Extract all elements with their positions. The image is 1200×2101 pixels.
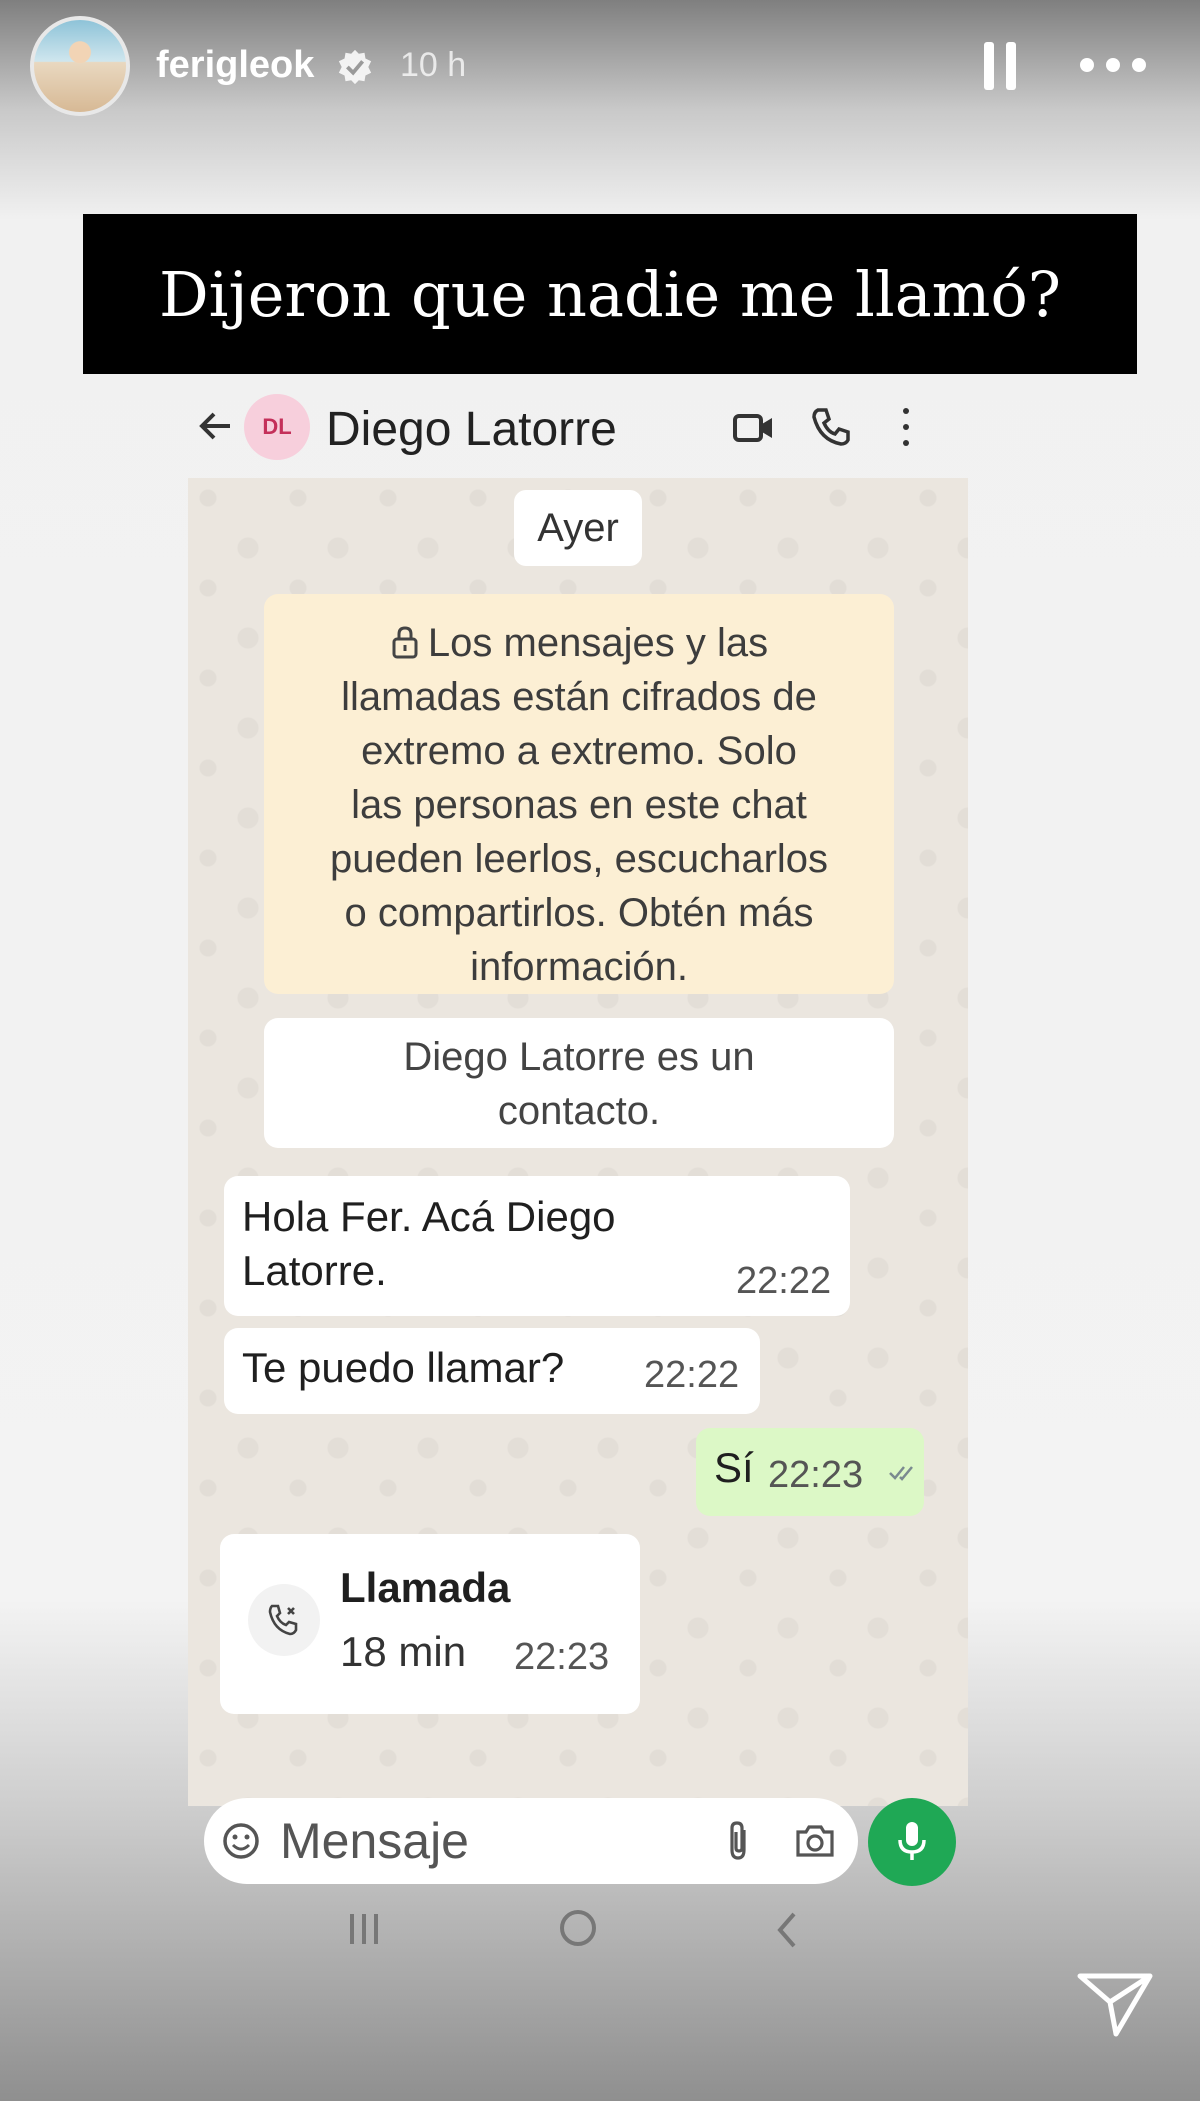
phone-icon[interactable] [810, 406, 852, 448]
emoji-icon[interactable] [222, 1822, 260, 1860]
story-avatar[interactable] [30, 16, 130, 116]
android-nav-bar [188, 1890, 968, 1990]
message-time: 22:22 [736, 1260, 832, 1302]
message-text: Te puedo llamar? [242, 1344, 565, 1391]
date-divider: Ayer [514, 490, 642, 566]
pause-icon[interactable] [984, 42, 1018, 90]
message-bubble-outgoing[interactable]: Sí 22:23 [696, 1428, 924, 1516]
chat-header: DL Diego Latorre [188, 380, 968, 480]
nav-home-icon[interactable] [560, 1910, 596, 1946]
contact-notice: Diego Latorre es un contacto. [264, 1018, 894, 1148]
message-input[interactable] [280, 1808, 680, 1874]
contact-notice-line: Diego Latorre es un [403, 1035, 755, 1079]
nav-recents-icon[interactable] [346, 1912, 382, 1946]
call-duration: 18 min [340, 1628, 467, 1675]
caption-banner: Dijeron que nadie me llamó? [83, 214, 1137, 374]
message-composer [204, 1798, 858, 1884]
incoming-call-icon [248, 1584, 320, 1656]
nav-back-icon[interactable] [772, 1910, 802, 1950]
more-icon[interactable] [1080, 52, 1146, 74]
mic-icon [898, 1822, 926, 1860]
message-time: 22:22 [644, 1354, 740, 1396]
message-time: 22:23 [768, 1454, 864, 1496]
lock-icon [392, 626, 418, 659]
contact-avatar[interactable]: DL [244, 394, 310, 460]
encryption-line: las personas en este chat [351, 783, 807, 827]
read-check-icon [889, 1466, 913, 1481]
call-bubble[interactable]: Llamada 18 min 22:23 [220, 1534, 640, 1714]
message-text: Sí [714, 1444, 754, 1491]
contact-notice-line: contacto. [497, 1089, 661, 1133]
video-call-icon[interactable] [732, 408, 776, 448]
encryption-line: información. [470, 945, 688, 989]
camera-icon[interactable] [794, 1822, 836, 1860]
share-icon[interactable] [1076, 1970, 1154, 2040]
contact-name[interactable]: Diego Latorre [326, 402, 617, 457]
encryption-line: extremo a extremo. Solo [361, 729, 797, 773]
encryption-line: llamadas están cifrados de [341, 675, 817, 719]
encryption-line: o compartirlos. Obtén más [344, 891, 814, 935]
attach-icon[interactable] [724, 1820, 754, 1862]
menu-icon[interactable] [900, 406, 912, 448]
mic-button[interactable] [868, 1798, 956, 1886]
call-time: 22:23 [514, 1636, 610, 1678]
encryption-notice[interactable]: Los mensajes y las llamadas están cifrad… [264, 594, 894, 994]
story-username[interactable]: ferigleok [156, 44, 314, 87]
call-title: Llamada [340, 1564, 511, 1611]
back-arrow-icon[interactable] [198, 406, 238, 452]
encryption-line: Los mensajes y las [264, 616, 894, 670]
caption-text: Dijeron que nadie me llamó? [158, 257, 1062, 331]
message-bubble[interactable]: Te puedo llamar? 22:22 [224, 1328, 760, 1414]
verified-icon [338, 49, 372, 85]
encryption-line: pueden leerlos, escucharlos [329, 837, 829, 881]
message-text: Hola Fer. Acá Diego Latorre. [242, 1193, 616, 1294]
story-header: ferigleok 10 h [0, 0, 1200, 140]
story-time: 10 h [400, 46, 467, 84]
message-bubble[interactable]: Hola Fer. Acá Diego Latorre. 22:22 [224, 1176, 850, 1316]
chat-area: Ayer Los mensajes y las llamadas están c… [188, 478, 968, 1886]
